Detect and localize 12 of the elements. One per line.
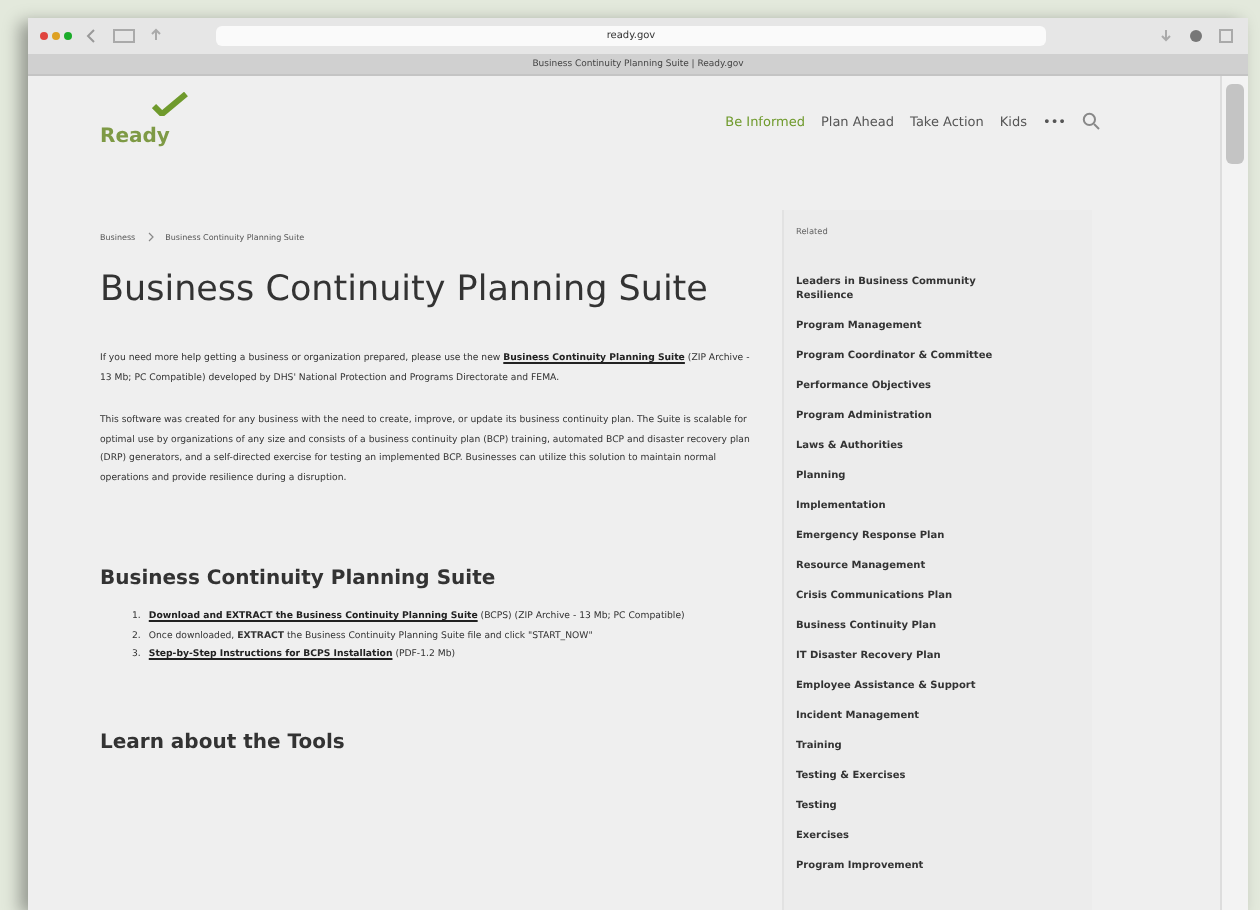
share-icon[interactable] — [146, 28, 166, 44]
scrollbar[interactable] — [1220, 76, 1248, 910]
search-icon[interactable] — [1082, 112, 1100, 130]
section-heading: Learn about the Tools — [100, 731, 347, 753]
window-controls-icon[interactable] — [40, 32, 72, 40]
tabs-icon[interactable] — [1216, 28, 1236, 44]
section-heading: Business Continuity Planning Suite — [100, 568, 498, 590]
download-icon[interactable] — [1156, 28, 1176, 44]
chevron-icon — [147, 232, 154, 242]
page-title: Business Continuity Planning Suite — [100, 270, 710, 310]
sidebar-icon[interactable] — [112, 28, 136, 44]
checkmark-icon — [152, 92, 188, 116]
